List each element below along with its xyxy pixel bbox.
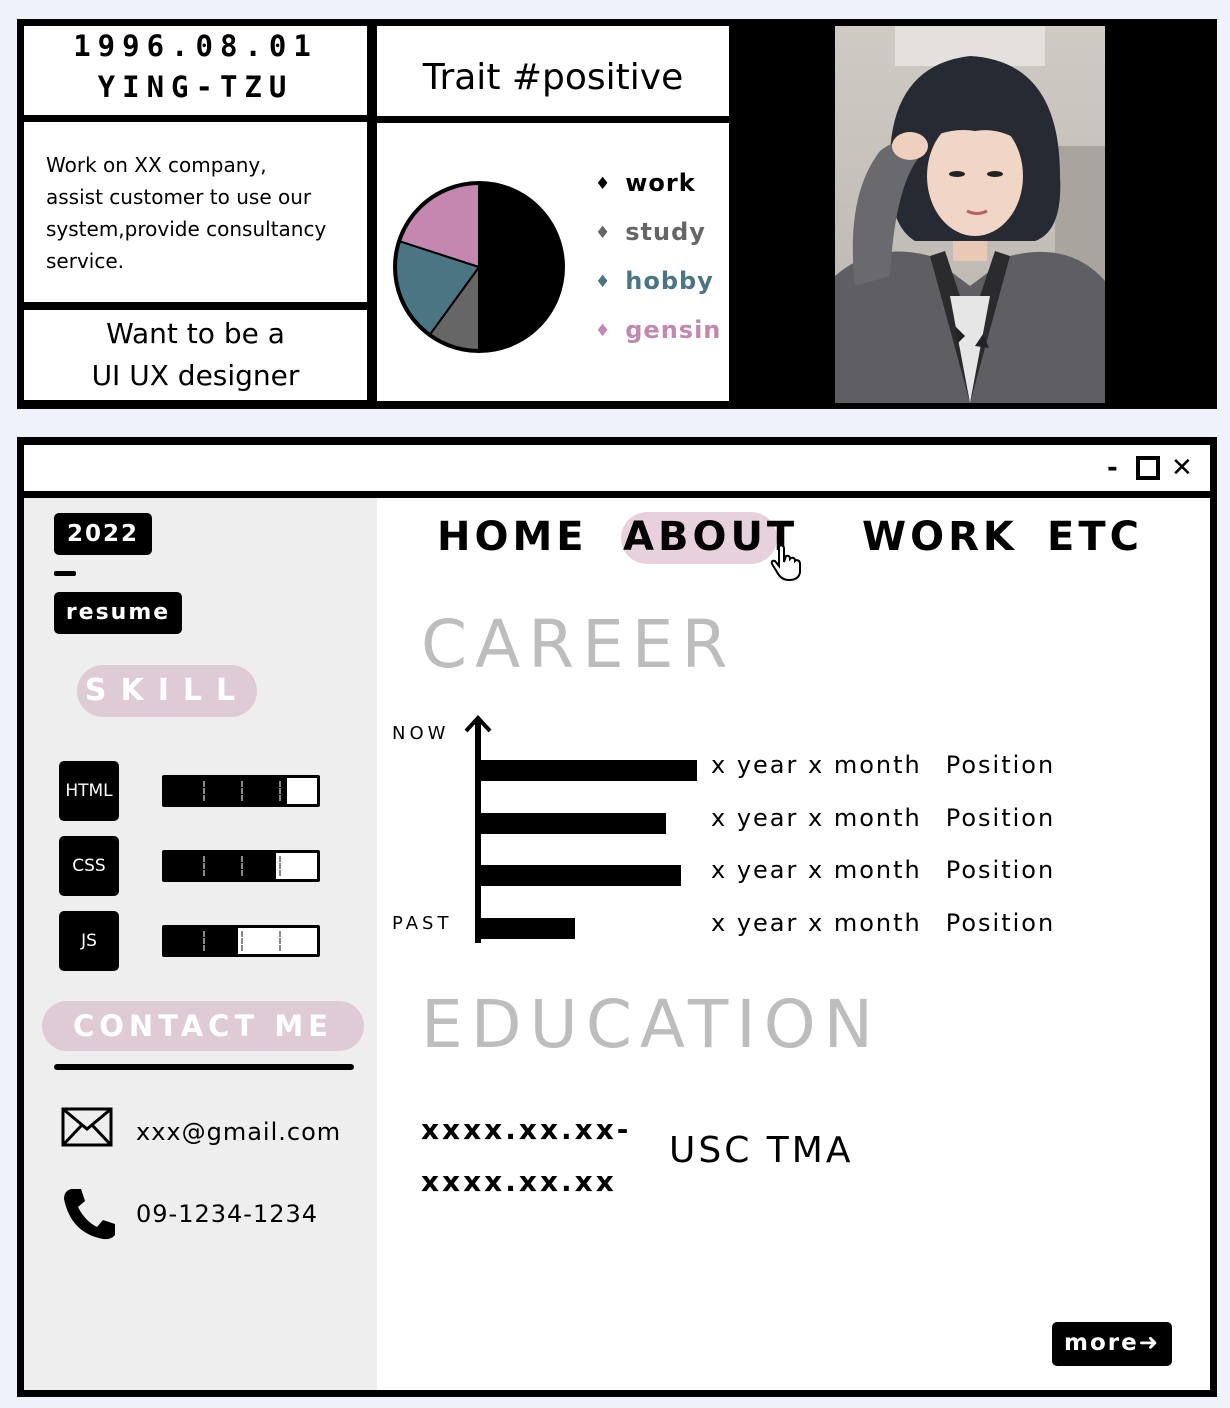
portfolio-window: - ✕ 2022 resume SKILL HTML CSS JS CONTACT … <box>17 437 1217 1397</box>
career-bar <box>475 917 575 939</box>
diamond-icon: ♦ <box>595 272 612 292</box>
year-badge: 2022 <box>54 513 152 555</box>
goal-line: Want to be a <box>106 317 285 350</box>
email-text[interactable]: xxx@gmail.com <box>136 1118 341 1146</box>
diamond-icon: ♦ <box>595 321 612 341</box>
nav-home[interactable]: HOME <box>437 514 588 560</box>
skill-tag-html: HTML <box>59 761 119 821</box>
career-row-text: x year x month Position <box>711 909 1055 937</box>
pointer-hand-icon <box>769 542 809 586</box>
career-position: Position <box>945 908 1056 937</box>
work-line: Work on XX company, <box>46 153 267 177</box>
legend-item-study: ♦ study <box>595 218 706 246</box>
diamond-icon: ♦ <box>595 223 612 243</box>
skill-level-fill <box>165 928 238 954</box>
resume-button[interactable]: resume <box>54 592 182 634</box>
career-row-text: x year x month Position <box>711 751 1055 779</box>
close-icon[interactable]: ✕ <box>1171 451 1193 485</box>
trait-pie-panel: ♦ work ♦ study ♦ hobby ♦ gensin <box>377 123 729 401</box>
skill-level-fill <box>165 778 287 804</box>
phone-icon <box>61 1185 117 1245</box>
legend-label: hobby <box>625 267 714 295</box>
trait-pie-chart <box>393 181 565 353</box>
profile-photo <box>835 26 1105 403</box>
skill-level-bar <box>162 925 320 957</box>
skill-level-fill <box>165 853 276 879</box>
pie-slice-work <box>478 181 564 353</box>
person-name: YING-TZU <box>97 70 294 104</box>
career-duration: x year x month <box>711 751 922 779</box>
birth-date: 1996.08.01 <box>73 29 318 63</box>
skill-tag-css: CSS <box>59 836 119 896</box>
legend-label: study <box>625 218 706 246</box>
legend-item-gensin: ♦ gensin <box>595 316 721 344</box>
main-content: HOME ABOUT WORK ETC CAREER NOW PAST x ye… <box>377 498 1210 1390</box>
mail-icon <box>61 1107 113 1151</box>
legend-item-hobby: ♦ hobby <box>595 267 714 295</box>
trait-title: Trait #positive <box>377 26 729 116</box>
diamond-icon: ♦ <box>595 174 612 194</box>
skill-tag-js: JS <box>59 911 119 971</box>
skill-level-bar <box>162 850 320 882</box>
education-heading: EDUCATION <box>421 986 882 1063</box>
education-dates: xxxx.xx.xx- xxxx.xx.xx <box>421 1104 631 1208</box>
career-duration: x year x month <box>711 908 922 937</box>
career-duration: x year x month <box>711 803 922 832</box>
legend-item-work: ♦ work <box>595 169 696 197</box>
legend-label: work <box>625 169 696 197</box>
maximize-icon[interactable] <box>1136 456 1160 480</box>
education-school: USC TMA <box>669 1130 854 1171</box>
career-heading: CAREER <box>421 606 736 683</box>
career-row-text: x year x month Position <box>711 856 1055 884</box>
career-position: Position <box>945 856 1056 884</box>
nav-work[interactable]: WORK <box>862 514 1018 560</box>
more-button[interactable]: more➜ <box>1052 1322 1172 1366</box>
goal-line: UI UX designer <box>91 359 300 392</box>
career-duration: x year x month <box>711 856 922 884</box>
contact-heading: CONTACT ME <box>42 1001 364 1051</box>
education-start-date: xxxx.xx.xx- <box>421 1113 632 1146</box>
career-bar <box>475 812 666 834</box>
work-line: assist customer to use our <box>46 185 312 209</box>
career-bar <box>475 760 697 781</box>
window-titlebar: - ✕ <box>24 445 1210 491</box>
timeline-now-label: NOW <box>392 723 450 744</box>
career-bar <box>475 865 681 886</box>
education-end-date: xxxx.xx.xx <box>421 1165 617 1198</box>
profile-card: 1996.08.01 YING-TZU Work on XX company, … <box>17 19 1217 409</box>
legend-label: gensin <box>625 316 722 344</box>
skill-heading: SKILL <box>77 665 257 717</box>
career-position: Position <box>945 803 1056 832</box>
phone-text[interactable]: 09-1234-1234 <box>136 1200 318 1228</box>
career-goal: Want to be a UI UX designer <box>24 310 367 400</box>
timeline-past-label: PAST <box>392 913 453 934</box>
divider-dash <box>54 571 76 576</box>
work-description: Work on XX company, assist customer to u… <box>24 122 367 302</box>
career-position: Position <box>945 751 1056 779</box>
nav-etc[interactable]: ETC <box>1047 514 1143 560</box>
work-line: service. <box>46 249 124 273</box>
career-row-text: x year x month Position <box>711 804 1055 832</box>
minimize-icon[interactable]: - <box>1107 451 1118 485</box>
work-line: system,provide consultancy <box>46 217 327 241</box>
sidebar: 2022 resume SKILL HTML CSS JS CONTACT ME x… <box>24 498 377 1390</box>
contact-divider <box>54 1064 354 1070</box>
identity-cell: 1996.08.01 YING-TZU <box>24 26 367 115</box>
skill-level-bar <box>162 775 320 807</box>
